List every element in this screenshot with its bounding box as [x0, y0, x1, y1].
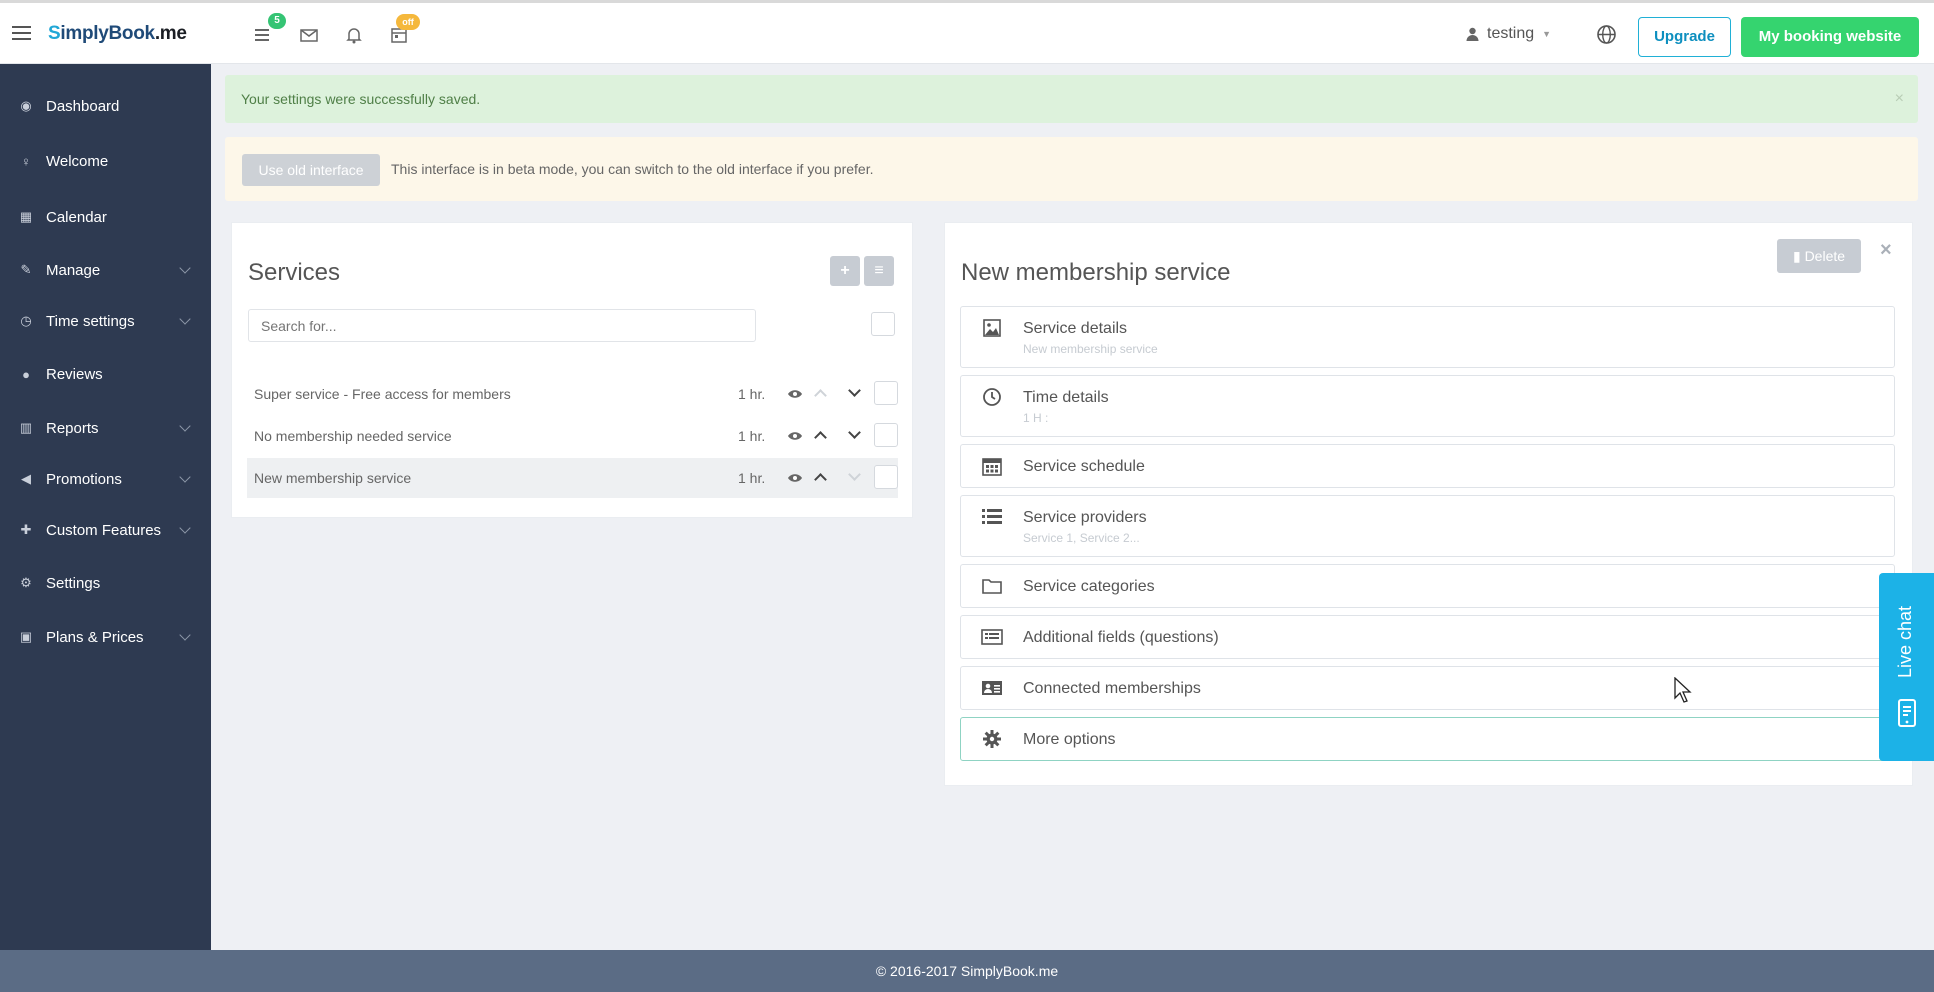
- section-additional-fields[interactable]: Additional fields (questions): [960, 615, 1895, 659]
- chevron-down-icon: [179, 522, 191, 534]
- eye-icon[interactable]: [787, 386, 803, 402]
- move-down-icon[interactable]: [848, 384, 861, 397]
- bar-chart-icon: ▥: [19, 420, 33, 435]
- eye-icon[interactable]: [787, 428, 803, 444]
- detail-title: New membership service: [961, 259, 1231, 286]
- row-checkbox[interactable]: [874, 381, 898, 405]
- services-title: Services: [248, 259, 341, 286]
- beta-alert: Use old interface This interface is in b…: [225, 137, 1918, 201]
- sidebar-item-manage[interactable]: ✎ Manage: [0, 250, 211, 290]
- folder-icon: [981, 575, 1003, 597]
- move-up-icon[interactable]: [814, 389, 827, 402]
- calendar-off-badge: off: [396, 14, 420, 30]
- section-service-providers[interactable]: Service providers Service 1, Service 2..…: [960, 495, 1895, 557]
- trash-icon: ▮: [1792, 248, 1805, 264]
- chevron-down-icon: [179, 629, 191, 641]
- user-icon: [1466, 27, 1479, 41]
- section-connected-memberships[interactable]: Connected memberships: [960, 666, 1895, 710]
- upgrade-button[interactable]: Upgrade: [1638, 17, 1731, 57]
- select-all-checkbox[interactable]: [871, 312, 895, 336]
- section-time-details[interactable]: Time details 1 H :: [960, 375, 1895, 437]
- id-card-icon: [981, 677, 1003, 699]
- chevron-down-icon: [179, 471, 191, 483]
- image-icon: [981, 317, 1003, 339]
- sidebar-item-reports[interactable]: ▥ Reports: [0, 408, 211, 448]
- clock-icon: [981, 386, 1003, 408]
- top-bar: SimplyBook.me 5 off testing ▼ Upgrade My…: [0, 0, 1934, 64]
- user-menu[interactable]: testing ▼: [1466, 25, 1551, 43]
- service-detail-panel: ▮ Delete × New membership service Servic…: [944, 222, 1913, 786]
- move-down-icon[interactable]: [848, 426, 861, 439]
- move-down-icon[interactable]: [848, 468, 861, 481]
- section-service-categories[interactable]: Service categories: [960, 564, 1895, 608]
- service-row[interactable]: No membership needed service 1 hr.: [247, 416, 898, 456]
- search-input[interactable]: [248, 309, 756, 342]
- move-up-icon[interactable]: [814, 473, 827, 486]
- service-row[interactable]: Super service - Free access for members …: [247, 374, 898, 414]
- sidebar-item-reviews[interactable]: ● Reviews: [0, 354, 211, 394]
- caret-down-icon: ▼: [1542, 29, 1552, 39]
- tasks-count-badge: 5: [268, 13, 286, 29]
- calendar-icon: ▦: [19, 209, 33, 224]
- service-row[interactable]: New membership service 1 hr.: [247, 458, 898, 498]
- chat-phone-icon: [1898, 699, 1916, 727]
- bullhorn-icon: ◀: [21, 471, 31, 486]
- success-alert: Your settings were successfully saved. ×: [225, 75, 1918, 123]
- my-booking-website-button[interactable]: My booking website: [1741, 17, 1919, 57]
- sidebar: ◉ Dashboard ♀ Welcome ▦ Calendar ✎ Manag…: [0, 64, 211, 950]
- eye-icon[interactable]: [787, 470, 803, 486]
- chevron-down-icon: [179, 420, 191, 432]
- section-more-options[interactable]: More options: [960, 717, 1895, 761]
- clock-icon: ◷: [20, 313, 32, 328]
- dashboard-icon: ◉: [20, 98, 32, 113]
- sidebar-item-custom-features[interactable]: ✚ Custom Features: [0, 510, 211, 550]
- sidebar-item-welcome[interactable]: ♀ Welcome: [0, 141, 211, 181]
- hamburger-menu-icon[interactable]: [12, 26, 31, 40]
- services-panel: Services + ≡ Super service - Free access…: [231, 222, 913, 518]
- close-icon[interactable]: ×: [1880, 239, 1892, 262]
- gears-icon: ⚙: [20, 575, 32, 590]
- mail-icon[interactable]: [299, 25, 319, 45]
- footer: © 2016-2017 SimplyBook.me: [0, 950, 1934, 992]
- username: testing: [1487, 25, 1535, 42]
- sidebar-item-promotions[interactable]: ◀ Promotions: [0, 459, 211, 499]
- calendar-icon: [981, 455, 1003, 477]
- move-up-icon[interactable]: [814, 431, 827, 444]
- sidebar-item-calendar[interactable]: ▦ Calendar: [0, 197, 211, 237]
- section-service-schedule[interactable]: Service schedule: [960, 444, 1895, 488]
- money-icon: ▣: [19, 629, 33, 644]
- tasks-icon[interactable]: [253, 25, 273, 45]
- use-old-interface-button[interactable]: Use old interface: [242, 154, 380, 186]
- sidebar-item-time-settings[interactable]: ◷ Time settings: [0, 301, 211, 341]
- comments-icon: ●: [22, 366, 30, 382]
- pencil-icon: ✎: [20, 262, 32, 277]
- logo[interactable]: SimplyBook.me: [48, 23, 187, 45]
- row-checkbox[interactable]: [874, 423, 898, 447]
- live-chat-label: Live chat: [1895, 605, 1915, 678]
- list-view-button[interactable]: ≡: [864, 256, 894, 286]
- lightbulb-icon: ♀: [21, 153, 31, 169]
- sidebar-item-dashboard[interactable]: ◉ Dashboard: [0, 86, 211, 126]
- live-chat-tab[interactable]: Live chat: [1879, 573, 1934, 761]
- gear-icon: [981, 728, 1003, 750]
- row-checkbox[interactable]: [874, 465, 898, 489]
- beta-message: This interface is in beta mode, you can …: [391, 161, 874, 177]
- sidebar-item-settings[interactable]: ⚙ Settings: [0, 563, 211, 603]
- list-icon: [981, 506, 1003, 528]
- chevron-down-icon: [179, 262, 191, 274]
- globe-icon[interactable]: [1596, 24, 1617, 45]
- mouse-cursor-icon: [1674, 677, 1692, 703]
- puzzle-icon: ✚: [20, 522, 32, 537]
- success-message: Your settings were successfully saved.: [241, 91, 481, 107]
- bell-icon[interactable]: [344, 25, 364, 45]
- add-service-button[interactable]: +: [830, 256, 860, 286]
- sidebar-item-plans-prices[interactable]: ▣ Plans & Prices: [0, 617, 211, 657]
- delete-button[interactable]: ▮ Delete: [1777, 239, 1861, 273]
- section-service-details[interactable]: Service details New membership service: [960, 306, 1895, 368]
- chevron-down-icon: [179, 313, 191, 325]
- close-icon[interactable]: ×: [1895, 75, 1904, 123]
- form-icon: [981, 626, 1003, 648]
